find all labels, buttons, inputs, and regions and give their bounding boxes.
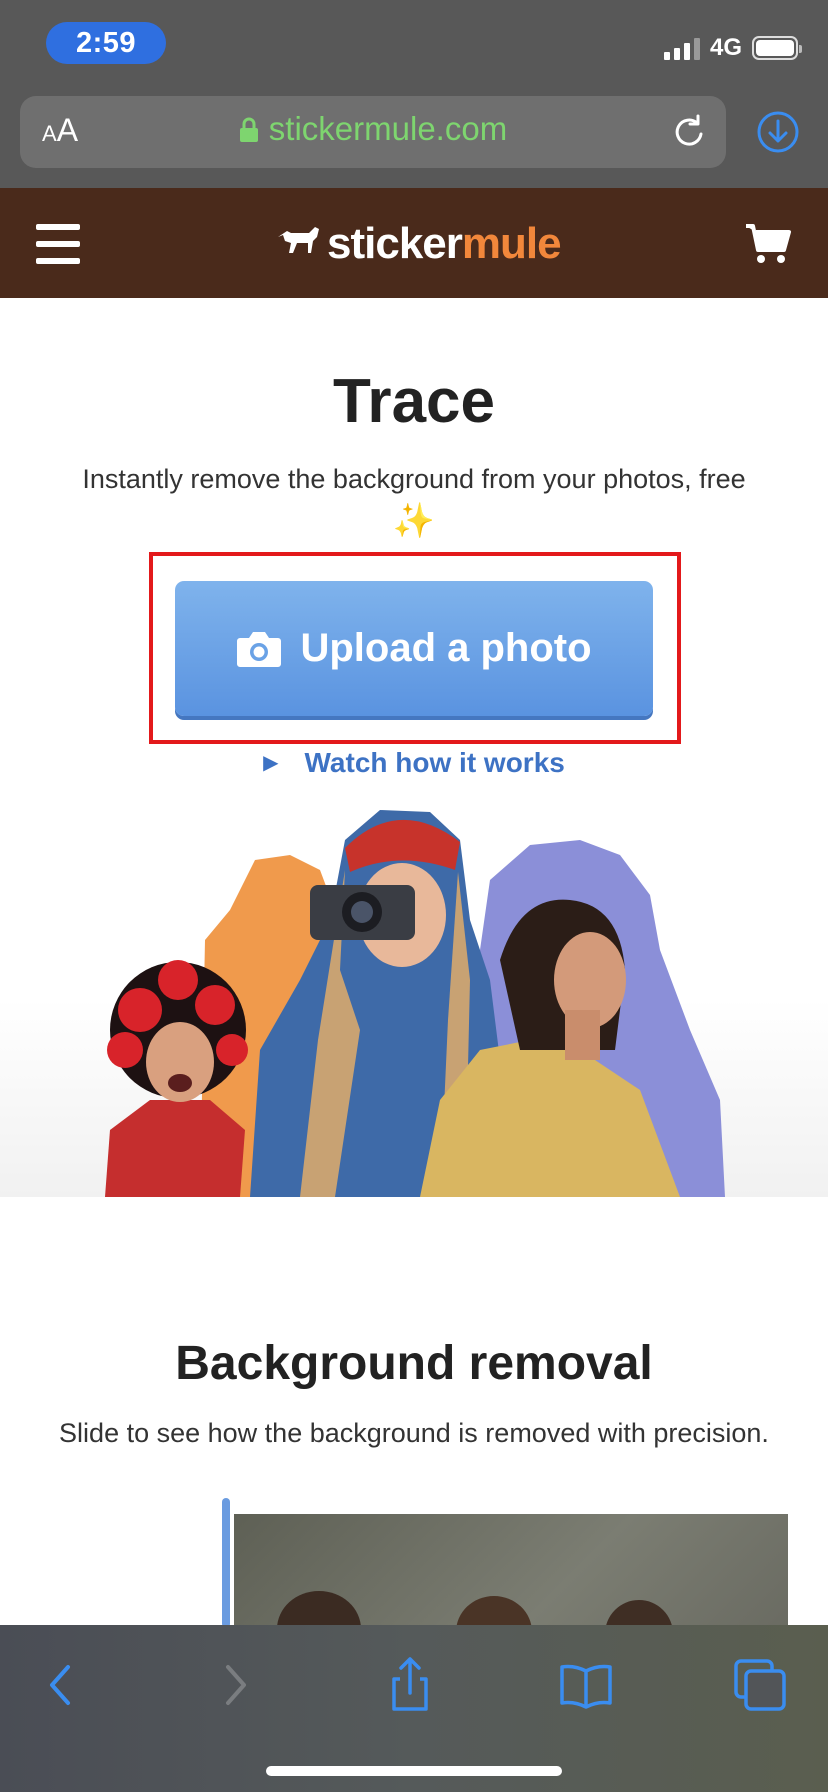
network-type: 4G — [709, 34, 742, 61]
sparkle-icon: ✨ — [392, 502, 436, 540]
signal-icon — [663, 36, 700, 60]
hero-illustration — [0, 800, 828, 1197]
lock-icon — [239, 117, 258, 142]
upload-button-label: Upload a photo — [300, 626, 592, 670]
page-title: Trace — [332, 367, 496, 436]
browser-chrome: 2:59 4G AA stickermule.com — [0, 0, 828, 188]
forward-icon[interactable] — [206, 1655, 266, 1715]
reload-icon[interactable] — [670, 112, 710, 152]
cart-icon[interactable] — [744, 222, 792, 266]
section-title: Background removal — [175, 1337, 653, 1390]
upload-photo-button[interactable]: Upload a photo — [175, 581, 653, 716]
url-text: stickermule.com — [268, 110, 508, 147]
bookmarks-icon[interactable] — [556, 1655, 616, 1715]
download-icon[interactable] — [756, 110, 800, 154]
comparison-slider-handle[interactable] — [222, 1498, 230, 1628]
people-cutout-image — [105, 810, 725, 1197]
comparison-image — [234, 1514, 788, 1628]
share-icon[interactable] — [380, 1655, 440, 1715]
hero-subtitle: Instantly remove the background from you… — [82, 464, 746, 540]
battery-icon — [752, 36, 802, 60]
site-header: sticker mule — [0, 188, 828, 298]
url-display[interactable]: stickermule.com — [20, 110, 726, 148]
status-time: 2:59 — [46, 22, 166, 64]
camera-icon — [237, 631, 282, 667]
address-bar[interactable]: AA stickermule.com — [20, 96, 726, 168]
home-indicator — [266, 1766, 562, 1776]
stickermule-logo[interactable]: sticker mule — [275, 216, 562, 272]
watch-how-it-works-link[interactable]: ▶ Watch how it works — [0, 747, 828, 779]
hamburger-menu-icon[interactable] — [36, 224, 80, 264]
play-icon: ▶ — [263, 752, 279, 774]
status-indicators: 4G — [663, 30, 802, 66]
horse-logo-icon — [278, 227, 319, 253]
section-subtitle: Slide to see how the background is remov… — [59, 1418, 769, 1448]
back-icon[interactable] — [30, 1655, 90, 1715]
tabs-icon[interactable] — [730, 1655, 790, 1715]
